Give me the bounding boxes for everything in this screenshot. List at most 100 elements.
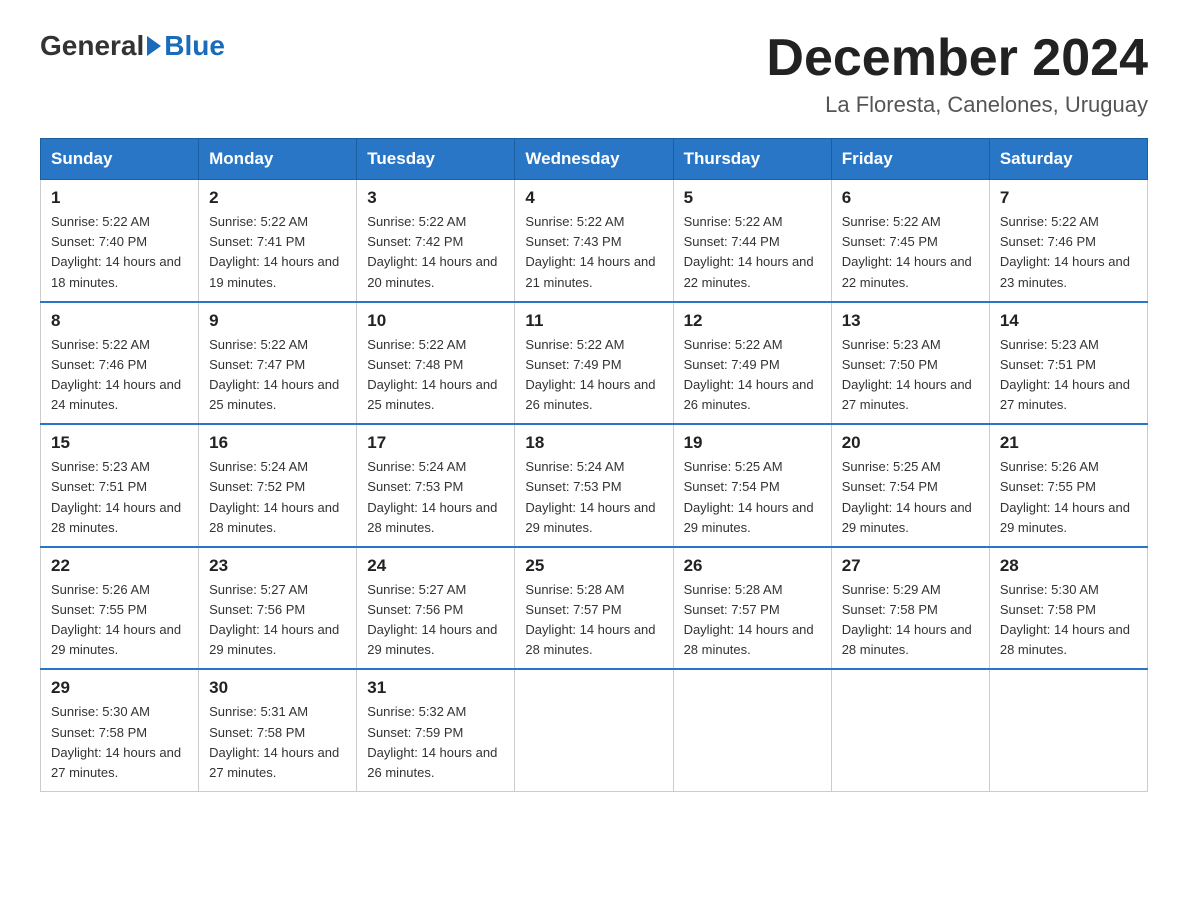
day-info: Sunrise: 5:26 AMSunset: 7:55 PMDaylight:… <box>51 582 181 657</box>
calendar-cell: 4 Sunrise: 5:22 AMSunset: 7:43 PMDayligh… <box>515 180 673 302</box>
day-info: Sunrise: 5:27 AMSunset: 7:56 PMDaylight:… <box>209 582 339 657</box>
calendar-cell: 24 Sunrise: 5:27 AMSunset: 7:56 PMDaylig… <box>357 547 515 670</box>
day-info: Sunrise: 5:23 AMSunset: 7:51 PMDaylight:… <box>51 459 181 534</box>
logo: General Blue <box>40 30 225 62</box>
day-info: Sunrise: 5:22 AMSunset: 7:42 PMDaylight:… <box>367 214 497 289</box>
weekday-header-saturday: Saturday <box>989 139 1147 180</box>
day-info: Sunrise: 5:24 AMSunset: 7:53 PMDaylight:… <box>525 459 655 534</box>
calendar-cell: 3 Sunrise: 5:22 AMSunset: 7:42 PMDayligh… <box>357 180 515 302</box>
calendar-cell <box>831 669 989 791</box>
calendar-cell: 1 Sunrise: 5:22 AMSunset: 7:40 PMDayligh… <box>41 180 199 302</box>
week-row-3: 15 Sunrise: 5:23 AMSunset: 7:51 PMDaylig… <box>41 424 1148 547</box>
calendar-cell: 26 Sunrise: 5:28 AMSunset: 7:57 PMDaylig… <box>673 547 831 670</box>
day-info: Sunrise: 5:29 AMSunset: 7:58 PMDaylight:… <box>842 582 972 657</box>
day-info: Sunrise: 5:25 AMSunset: 7:54 PMDaylight:… <box>842 459 972 534</box>
day-number: 3 <box>367 188 504 208</box>
day-info: Sunrise: 5:22 AMSunset: 7:46 PMDaylight:… <box>1000 214 1130 289</box>
calendar-cell: 8 Sunrise: 5:22 AMSunset: 7:46 PMDayligh… <box>41 302 199 425</box>
day-number: 18 <box>525 433 662 453</box>
calendar-cell: 10 Sunrise: 5:22 AMSunset: 7:48 PMDaylig… <box>357 302 515 425</box>
day-number: 20 <box>842 433 979 453</box>
day-number: 15 <box>51 433 188 453</box>
calendar-cell: 30 Sunrise: 5:31 AMSunset: 7:58 PMDaylig… <box>199 669 357 791</box>
day-number: 2 <box>209 188 346 208</box>
day-number: 13 <box>842 311 979 331</box>
day-info: Sunrise: 5:31 AMSunset: 7:58 PMDaylight:… <box>209 704 339 779</box>
day-number: 22 <box>51 556 188 576</box>
day-number: 25 <box>525 556 662 576</box>
week-row-4: 22 Sunrise: 5:26 AMSunset: 7:55 PMDaylig… <box>41 547 1148 670</box>
day-number: 9 <box>209 311 346 331</box>
day-info: Sunrise: 5:24 AMSunset: 7:53 PMDaylight:… <box>367 459 497 534</box>
day-number: 28 <box>1000 556 1137 576</box>
calendar-cell <box>515 669 673 791</box>
logo-arrow-icon <box>147 36 161 56</box>
day-number: 8 <box>51 311 188 331</box>
day-number: 17 <box>367 433 504 453</box>
week-row-5: 29 Sunrise: 5:30 AMSunset: 7:58 PMDaylig… <box>41 669 1148 791</box>
calendar-cell: 7 Sunrise: 5:22 AMSunset: 7:46 PMDayligh… <box>989 180 1147 302</box>
calendar-cell: 25 Sunrise: 5:28 AMSunset: 7:57 PMDaylig… <box>515 547 673 670</box>
calendar-cell: 16 Sunrise: 5:24 AMSunset: 7:52 PMDaylig… <box>199 424 357 547</box>
day-info: Sunrise: 5:26 AMSunset: 7:55 PMDaylight:… <box>1000 459 1130 534</box>
day-number: 12 <box>684 311 821 331</box>
calendar-cell: 21 Sunrise: 5:26 AMSunset: 7:55 PMDaylig… <box>989 424 1147 547</box>
calendar-table: SundayMondayTuesdayWednesdayThursdayFrid… <box>40 138 1148 792</box>
calendar-cell <box>989 669 1147 791</box>
calendar-cell: 29 Sunrise: 5:30 AMSunset: 7:58 PMDaylig… <box>41 669 199 791</box>
logo-general: General <box>40 30 144 62</box>
day-info: Sunrise: 5:24 AMSunset: 7:52 PMDaylight:… <box>209 459 339 534</box>
calendar-cell: 22 Sunrise: 5:26 AMSunset: 7:55 PMDaylig… <box>41 547 199 670</box>
day-number: 10 <box>367 311 504 331</box>
day-number: 6 <box>842 188 979 208</box>
calendar-cell: 18 Sunrise: 5:24 AMSunset: 7:53 PMDaylig… <box>515 424 673 547</box>
calendar-cell: 28 Sunrise: 5:30 AMSunset: 7:58 PMDaylig… <box>989 547 1147 670</box>
calendar-cell: 17 Sunrise: 5:24 AMSunset: 7:53 PMDaylig… <box>357 424 515 547</box>
calendar-cell: 27 Sunrise: 5:29 AMSunset: 7:58 PMDaylig… <box>831 547 989 670</box>
day-info: Sunrise: 5:22 AMSunset: 7:47 PMDaylight:… <box>209 337 339 412</box>
calendar-cell: 13 Sunrise: 5:23 AMSunset: 7:50 PMDaylig… <box>831 302 989 425</box>
weekday-header-thursday: Thursday <box>673 139 831 180</box>
weekday-header-sunday: Sunday <box>41 139 199 180</box>
weekday-header-row: SundayMondayTuesdayWednesdayThursdayFrid… <box>41 139 1148 180</box>
day-info: Sunrise: 5:22 AMSunset: 7:46 PMDaylight:… <box>51 337 181 412</box>
day-number: 4 <box>525 188 662 208</box>
weekday-header-friday: Friday <box>831 139 989 180</box>
week-row-2: 8 Sunrise: 5:22 AMSunset: 7:46 PMDayligh… <box>41 302 1148 425</box>
day-info: Sunrise: 5:22 AMSunset: 7:43 PMDaylight:… <box>525 214 655 289</box>
weekday-header-tuesday: Tuesday <box>357 139 515 180</box>
day-number: 16 <box>209 433 346 453</box>
day-info: Sunrise: 5:30 AMSunset: 7:58 PMDaylight:… <box>51 704 181 779</box>
day-info: Sunrise: 5:22 AMSunset: 7:48 PMDaylight:… <box>367 337 497 412</box>
calendar-cell: 12 Sunrise: 5:22 AMSunset: 7:49 PMDaylig… <box>673 302 831 425</box>
day-number: 27 <box>842 556 979 576</box>
day-number: 21 <box>1000 433 1137 453</box>
weekday-header-wednesday: Wednesday <box>515 139 673 180</box>
day-info: Sunrise: 5:23 AMSunset: 7:50 PMDaylight:… <box>842 337 972 412</box>
calendar-cell: 31 Sunrise: 5:32 AMSunset: 7:59 PMDaylig… <box>357 669 515 791</box>
day-info: Sunrise: 5:22 AMSunset: 7:40 PMDaylight:… <box>51 214 181 289</box>
day-info: Sunrise: 5:22 AMSunset: 7:49 PMDaylight:… <box>684 337 814 412</box>
calendar-cell: 5 Sunrise: 5:22 AMSunset: 7:44 PMDayligh… <box>673 180 831 302</box>
day-info: Sunrise: 5:22 AMSunset: 7:41 PMDaylight:… <box>209 214 339 289</box>
calendar-cell: 15 Sunrise: 5:23 AMSunset: 7:51 PMDaylig… <box>41 424 199 547</box>
day-number: 23 <box>209 556 346 576</box>
day-number: 1 <box>51 188 188 208</box>
day-info: Sunrise: 5:22 AMSunset: 7:44 PMDaylight:… <box>684 214 814 289</box>
calendar-cell: 19 Sunrise: 5:25 AMSunset: 7:54 PMDaylig… <box>673 424 831 547</box>
day-number: 31 <box>367 678 504 698</box>
calendar-cell <box>673 669 831 791</box>
location-title: La Floresta, Canelones, Uruguay <box>766 92 1148 118</box>
day-info: Sunrise: 5:27 AMSunset: 7:56 PMDaylight:… <box>367 582 497 657</box>
calendar-cell: 23 Sunrise: 5:27 AMSunset: 7:56 PMDaylig… <box>199 547 357 670</box>
day-info: Sunrise: 5:28 AMSunset: 7:57 PMDaylight:… <box>525 582 655 657</box>
day-number: 7 <box>1000 188 1137 208</box>
weekday-header-monday: Monday <box>199 139 357 180</box>
logo-blue: Blue <box>164 30 225 62</box>
day-number: 29 <box>51 678 188 698</box>
day-number: 14 <box>1000 311 1137 331</box>
day-info: Sunrise: 5:32 AMSunset: 7:59 PMDaylight:… <box>367 704 497 779</box>
calendar-cell: 2 Sunrise: 5:22 AMSunset: 7:41 PMDayligh… <box>199 180 357 302</box>
calendar-cell: 11 Sunrise: 5:22 AMSunset: 7:49 PMDaylig… <box>515 302 673 425</box>
day-info: Sunrise: 5:23 AMSunset: 7:51 PMDaylight:… <box>1000 337 1130 412</box>
